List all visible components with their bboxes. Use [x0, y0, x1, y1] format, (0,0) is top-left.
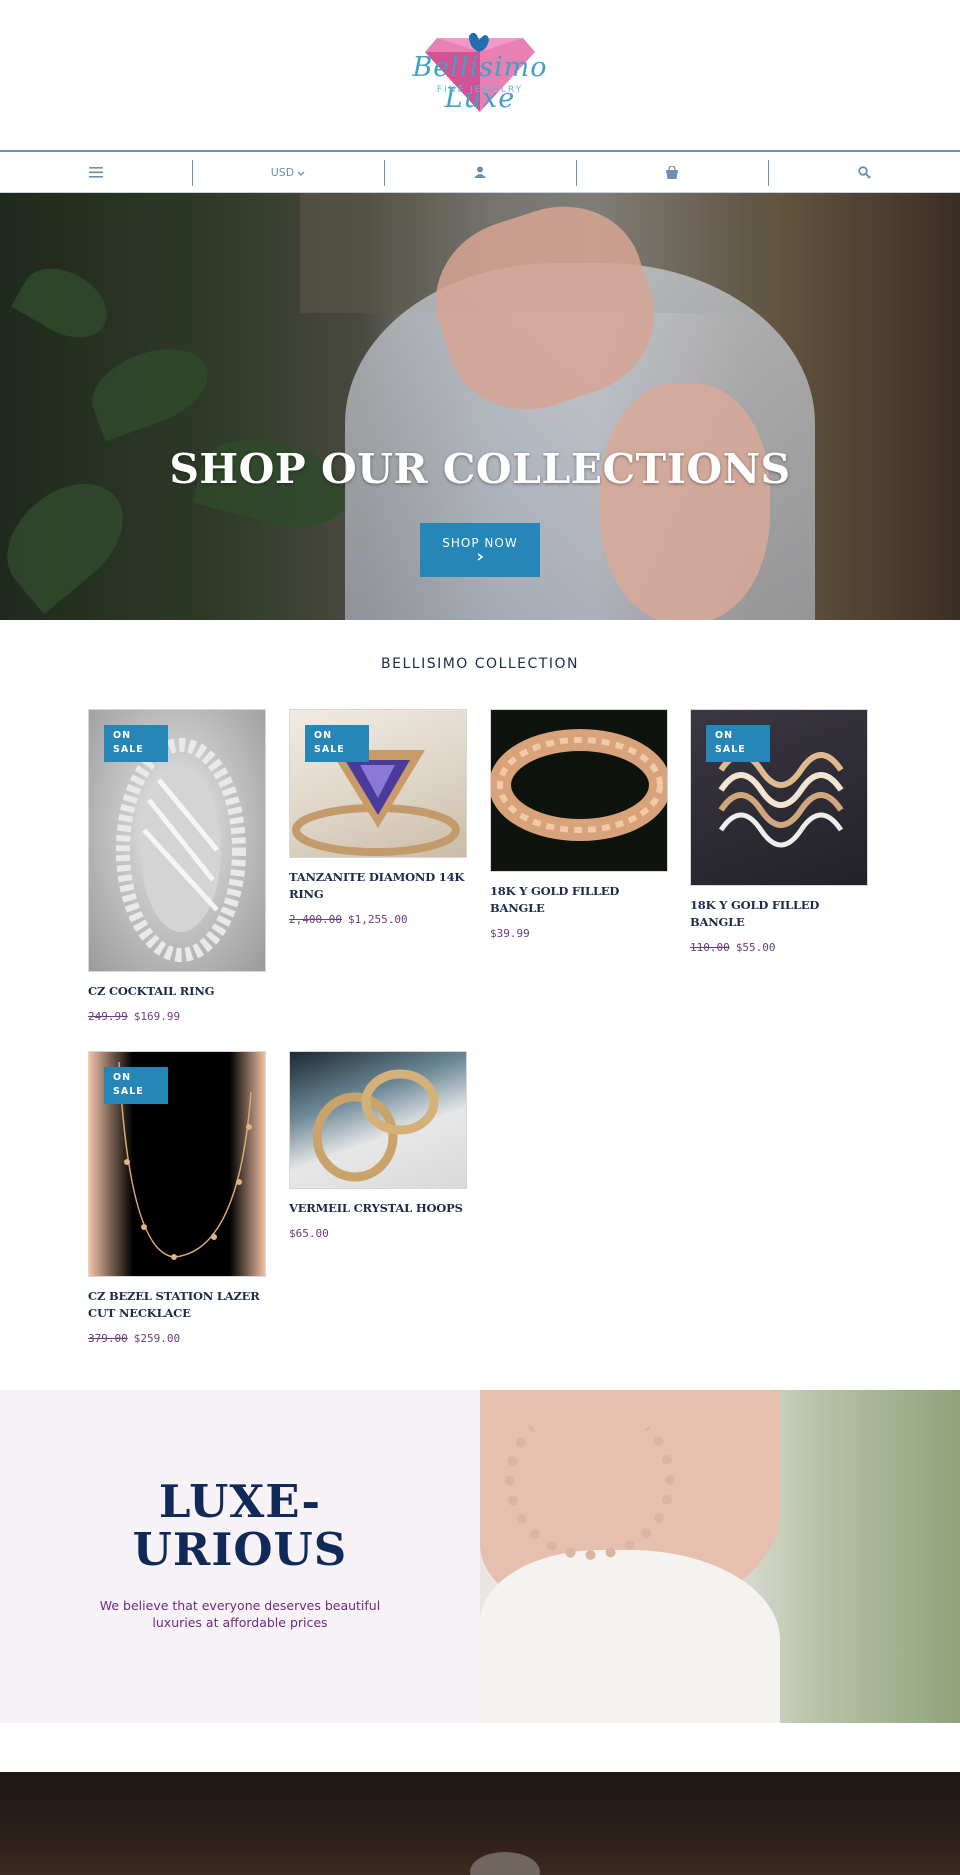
- product-card[interactable]: VERMEIL CRYSTAL HOOPS $65.00: [289, 1051, 467, 1240]
- search-button[interactable]: [768, 152, 960, 192]
- currency-selector[interactable]: USD: [192, 152, 384, 192]
- logo-name: Bellisimo Luxe: [412, 52, 548, 114]
- shop-now-button[interactable]: SHOP NOW: [420, 523, 540, 577]
- product-card[interactable]: ON SALE CZ COCKTAIL RING 249.99 $169.99: [88, 709, 266, 1023]
- sale-price: $55.00: [735, 941, 776, 954]
- hero-photo-leaf: [81, 334, 219, 442]
- product-card[interactable]: ON SALE 18K Y GOLD FILLED BANGLE 110.00 $…: [690, 709, 868, 954]
- photo-necklace: [505, 1400, 675, 1560]
- product-name[interactable]: CZ COCKTAIL RING: [88, 983, 266, 1000]
- top-nav: USD: [0, 150, 960, 193]
- chevron-right-icon: [477, 553, 484, 561]
- photo-dress: [480, 1550, 780, 1723]
- on-sale-badge: ON SALE: [706, 725, 770, 762]
- product-price: 110.00 $55.00: [690, 941, 868, 954]
- site-header: Bellisimo Luxe FINE JEWELRY: [0, 0, 960, 150]
- badge-line: SALE: [113, 744, 144, 755]
- product-price: $39.99: [490, 927, 668, 940]
- on-sale-badge: ON SALE: [104, 1067, 168, 1104]
- on-sale-badge: ON SALE: [305, 725, 369, 762]
- sale-price: $169.99: [133, 1010, 181, 1023]
- product-image[interactable]: ON SALE: [690, 709, 868, 886]
- badge-line: SALE: [113, 1086, 144, 1097]
- badge-line: SALE: [715, 744, 746, 755]
- bottom-banner: [0, 1772, 960, 1875]
- luxe-title-line: URIOUS: [132, 1523, 348, 1576]
- account-button[interactable]: [384, 152, 576, 192]
- badge-line: ON: [715, 730, 734, 741]
- on-sale-badge: ON SALE: [104, 725, 168, 762]
- collection-title: BELLISIMO COLLECTION: [381, 656, 579, 672]
- product-price: 2,400.00 $1,255.00: [289, 913, 467, 926]
- badge-line: ON: [314, 730, 333, 741]
- product-card[interactable]: ON SALE TANZANITE DIAMOND 14K RING 2,400…: [289, 709, 467, 926]
- hero-title: SHOP OUR COLLECTIONS: [169, 445, 791, 493]
- shop-now-label: SHOP NOW: [442, 536, 518, 550]
- compare-at-price: 2,400.00: [289, 913, 342, 926]
- user-icon: [474, 166, 486, 178]
- menu-button[interactable]: [0, 152, 192, 192]
- product-price: 249.99 $169.99: [88, 1010, 266, 1023]
- product-name[interactable]: 18K Y GOLD FILLED BANGLE: [690, 897, 868, 931]
- hero-banner: SHOP OUR COLLECTIONS SHOP NOW: [0, 193, 960, 620]
- product-name[interactable]: 18K Y GOLD FILLED BANGLE: [490, 883, 668, 917]
- bride-necklace-photo: [480, 1390, 960, 1723]
- compare-at-price: 379.00: [88, 1332, 128, 1345]
- sale-price: $39.99: [490, 927, 530, 940]
- sale-price: $65.00: [289, 1227, 329, 1240]
- bag-icon: [666, 165, 678, 179]
- luxe-text: We believe that everyone deserves beauti…: [99, 1598, 381, 1630]
- hero-photo-leaf: [11, 254, 119, 352]
- product-price: $65.00: [289, 1227, 467, 1240]
- product-card[interactable]: ON SALE CZ BEZEL STATION LAZER CUT NECKL…: [88, 1051, 266, 1345]
- product-name[interactable]: VERMEIL CRYSTAL HOOPS: [289, 1200, 467, 1217]
- product-image[interactable]: [289, 1051, 467, 1189]
- product-image[interactable]: [490, 709, 668, 872]
- product-image[interactable]: ON SALE: [289, 709, 467, 858]
- luxe-promo: LUXE- URIOUS We believe that everyone de…: [0, 1390, 480, 1723]
- product-image[interactable]: ON SALE: [88, 709, 266, 972]
- product-name[interactable]: TANZANITE DIAMOND 14K RING: [289, 869, 467, 903]
- sale-price: $1,255.00: [347, 913, 408, 926]
- product-card[interactable]: 18K Y GOLD FILLED BANGLE $39.99: [490, 709, 668, 940]
- gold-bangle-image: [491, 729, 667, 841]
- badge-line: ON: [113, 730, 132, 741]
- hero-photo-hand: [600, 383, 770, 620]
- chevron-down-icon: [297, 171, 305, 176]
- cart-button[interactable]: [576, 152, 768, 192]
- product-image[interactable]: ON SALE: [88, 1051, 266, 1277]
- banner-photo-detail: [470, 1852, 540, 1875]
- product-price: 379.00 $259.00: [88, 1332, 266, 1345]
- logo-tagline: FINE JEWELRY: [436, 85, 524, 95]
- badge-line: ON: [113, 1072, 132, 1083]
- currency-label: USD: [270, 165, 295, 179]
- luxe-title-line: LUXE-: [158, 1475, 322, 1528]
- luxe-title: LUXE- URIOUS: [0, 1478, 480, 1574]
- badge-line: SALE: [314, 744, 345, 755]
- brand-logo[interactable]: Bellisimo Luxe FINE JEWELRY: [385, 30, 575, 115]
- product-name[interactable]: CZ BEZEL STATION LAZER CUT NECKLACE: [88, 1288, 266, 1322]
- sale-price: $259.00: [133, 1332, 181, 1345]
- compare-at-price: 110.00: [690, 941, 730, 954]
- crystal-hoops-image: [312, 1069, 439, 1182]
- hamburger-icon: [89, 166, 103, 178]
- compare-at-price: 249.99: [88, 1010, 128, 1023]
- search-icon: [857, 165, 871, 179]
